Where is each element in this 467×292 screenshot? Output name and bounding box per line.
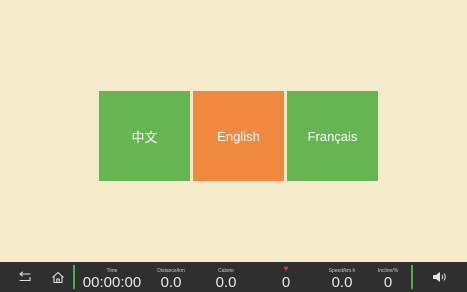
metric-heart-rate: ♥ 0	[266, 262, 306, 292]
metric-distance-value: 0.0	[160, 274, 182, 291]
home-icon	[52, 271, 64, 283]
volume-button[interactable]	[428, 262, 452, 292]
separator-right	[411, 265, 413, 289]
language-label-french: Français	[307, 128, 358, 144]
heart-icon: ♥	[283, 264, 289, 273]
metric-speed-value: 0.0	[331, 274, 353, 291]
metric-time: Time 00:00:00	[78, 262, 146, 292]
main-stage: 中文 English Français	[0, 0, 467, 262]
language-button-chinese[interactable]: 中文	[99, 91, 190, 181]
metric-incline: Incline/% 0	[370, 262, 406, 292]
language-label-english: English	[217, 128, 260, 144]
metric-calorie: Calorie 0.0	[200, 262, 252, 292]
back-button[interactable]	[14, 262, 36, 292]
metric-calorie-value: 0.0	[215, 274, 237, 291]
metric-distance: Distance/km 0.0	[146, 262, 196, 292]
metric-time-value: 00:00:00	[82, 274, 142, 291]
metric-speed: Speed/km.h 0.0	[314, 262, 370, 292]
metric-incline-value: 0	[383, 274, 393, 291]
volume-icon	[433, 272, 446, 282]
language-selector: 中文 English Français	[99, 91, 378, 181]
bottom-status-bar: Time 00:00:00 Distance/km 0.0 Calorie 0.…	[0, 262, 467, 292]
language-button-french[interactable]: Français	[287, 91, 378, 181]
back-icon	[19, 271, 31, 282]
separator-left	[73, 265, 75, 289]
language-button-english[interactable]: English	[193, 91, 284, 181]
language-label-chinese: 中文	[131, 129, 158, 145]
metric-heart-rate-value: 0	[281, 274, 291, 291]
home-button[interactable]	[47, 262, 69, 292]
